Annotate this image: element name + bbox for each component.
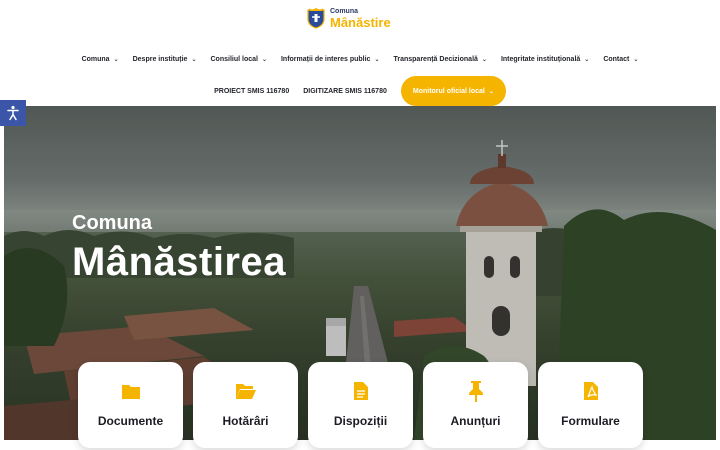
chevron-down-icon: ⌄ bbox=[584, 57, 590, 63]
card-label: Formulare bbox=[561, 414, 620, 428]
chevron-down-icon: ⌄ bbox=[633, 57, 639, 63]
card-dispozitii[interactable]: Dispoziții bbox=[308, 362, 413, 448]
hero-subtitle: Comuna bbox=[72, 212, 152, 234]
card-label: Dispoziții bbox=[333, 414, 388, 428]
monitorul-oficial-button[interactable]: Monitorul oficial local ⌄ bbox=[400, 76, 506, 106]
nav-item-label: DIGITIZARE SMIS 116780 bbox=[303, 87, 387, 95]
nav-item-label: PROIECT SMIS 116780 bbox=[214, 87, 290, 95]
card-anunturi[interactable]: Anunțuri bbox=[423, 362, 528, 448]
coat-of-arms-icon bbox=[307, 8, 325, 29]
cta-label: Monitorul oficial local bbox=[412, 87, 485, 95]
pin-icon bbox=[465, 380, 487, 402]
folder-open-icon bbox=[235, 380, 257, 402]
nav-item-despre[interactable]: Despre instituție ⌄ bbox=[133, 56, 197, 63]
quick-links: Documente Hotărâri Dispoziții Anunțuri F… bbox=[78, 362, 643, 448]
nav-item-label: Integritate instituțională bbox=[500, 56, 581, 63]
nav-item-integritate[interactable]: Integritate instituțională ⌄ bbox=[501, 56, 589, 63]
main-nav: Comuna ⌄ Despre instituție ⌄ Consiliul loc… bbox=[0, 56, 720, 63]
document-icon bbox=[350, 380, 372, 402]
accessibility-button[interactable] bbox=[0, 100, 26, 126]
folder-icon bbox=[120, 380, 142, 402]
secondary-nav: PROIECT SMIS 116780 DIGITIZARE SMIS 1167… bbox=[0, 76, 720, 106]
chevron-down-icon: ⌄ bbox=[488, 88, 494, 95]
nav-item-comuna[interactable]: Comuna ⌄ bbox=[82, 56, 119, 63]
chevron-down-icon: ⌄ bbox=[191, 57, 197, 63]
nav-item-proiect[interactable]: PROIECT SMIS 116780 bbox=[214, 88, 289, 95]
nav-item-label: Consiliul local bbox=[210, 56, 258, 63]
chevron-down-icon: ⌄ bbox=[113, 57, 119, 63]
nav-item-label: Informații de interes public bbox=[280, 56, 371, 63]
chevron-down-icon: ⌄ bbox=[261, 57, 267, 63]
site-logo[interactable]: Comuna Mânăstire bbox=[306, 6, 391, 30]
nav-item-digitizare[interactable]: DIGITIZARE SMIS 116780 bbox=[303, 88, 387, 95]
logo-title: Mânăstire bbox=[330, 14, 391, 30]
pdf-icon bbox=[580, 380, 602, 402]
accessibility-icon bbox=[7, 105, 19, 121]
card-formulare[interactable]: Formulare bbox=[538, 362, 643, 448]
card-label: Anunțuri bbox=[450, 414, 501, 428]
card-label: Documente bbox=[97, 414, 164, 428]
logo-subtitle: Comuna bbox=[330, 7, 358, 15]
nav-item-informatii[interactable]: Informații de interes public ⌄ bbox=[281, 56, 380, 63]
nav-item-transparenta[interactable]: Transparență Decizională ⌄ bbox=[393, 56, 486, 63]
card-documente[interactable]: Documente bbox=[78, 362, 183, 448]
card-hotarari[interactable]: Hotărâri bbox=[193, 362, 298, 448]
chevron-down-icon: ⌄ bbox=[481, 57, 487, 63]
nav-item-label: Despre instituție bbox=[132, 56, 188, 63]
nav-item-contact[interactable]: Contact ⌄ bbox=[603, 56, 638, 63]
nav-item-label: Comuna bbox=[81, 56, 110, 63]
nav-item-consiliu[interactable]: Consiliul local ⌄ bbox=[211, 56, 267, 63]
nav-item-label: Contact bbox=[603, 56, 630, 63]
card-label: Hotărâri bbox=[222, 414, 269, 428]
nav-item-label: Transparență Decizională bbox=[393, 56, 478, 63]
hero-title: Mânăstirea bbox=[72, 240, 286, 284]
chevron-down-icon: ⌄ bbox=[374, 57, 380, 63]
